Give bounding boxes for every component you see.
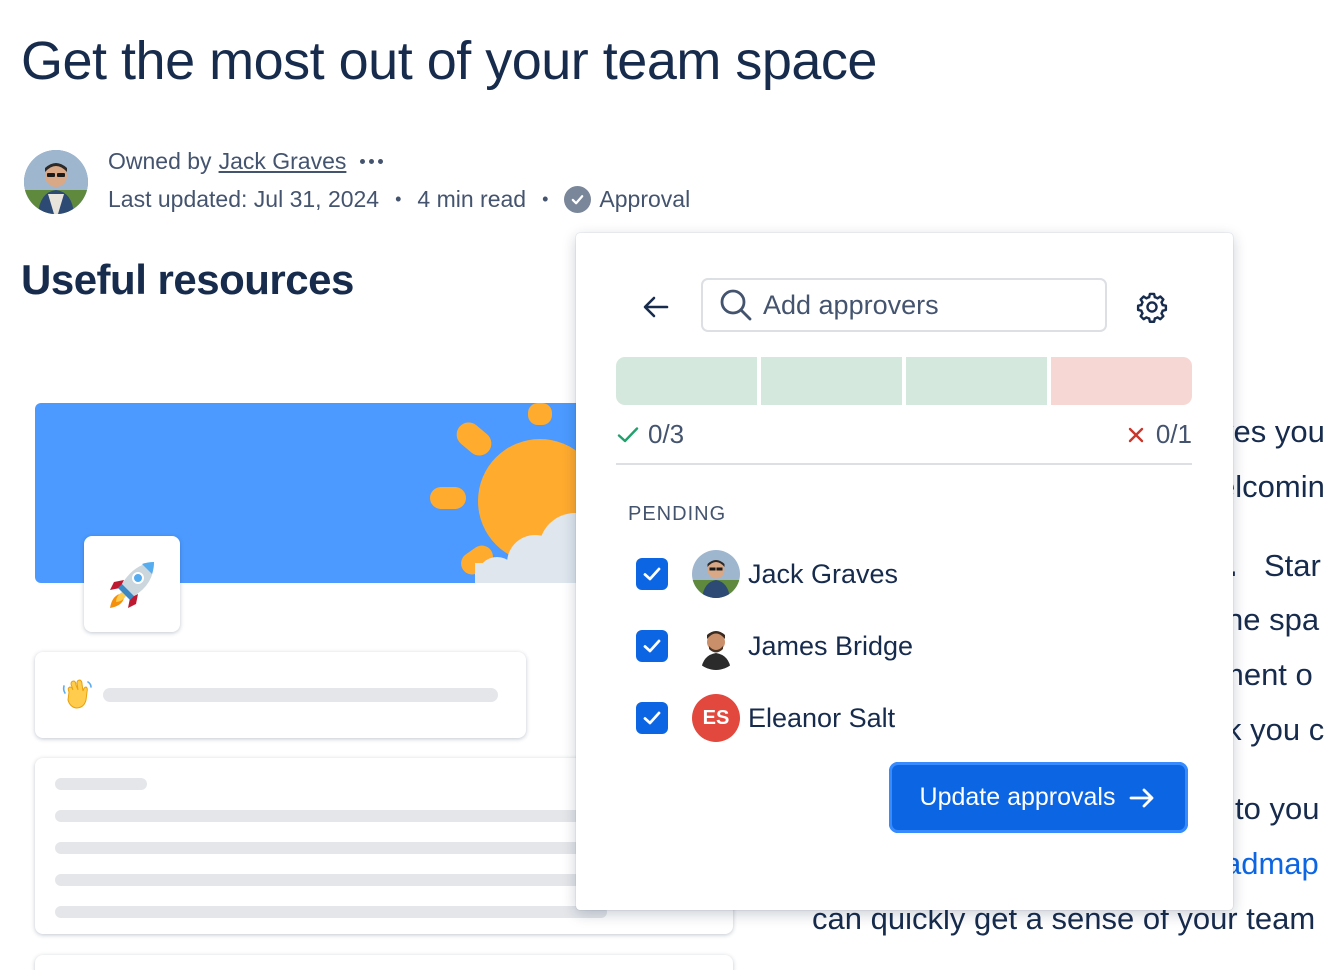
arrow-right-icon: [1130, 788, 1154, 807]
approval-popup: 0/3 0/1 PENDING Jack Graves: [576, 233, 1233, 910]
approver-checkbox[interactable]: [636, 558, 668, 590]
welcome-placeholder-card: [35, 652, 526, 738]
body-text-fragment: he spa: [1226, 602, 1320, 637]
approver-row: ES Eleanor Salt: [636, 693, 895, 743]
more-dots-icon[interactable]: [360, 159, 384, 164]
avatar: [692, 550, 740, 598]
owner-avatar[interactable]: [24, 150, 88, 214]
approver-name: James Bridge: [748, 630, 914, 661]
placeholder-bar: [103, 688, 498, 702]
owner-line: Owned by Jack Graves: [108, 148, 384, 175]
last-updated: Last updated: Jul 31, 2024: [108, 186, 380, 212]
separator-dot: •: [542, 189, 549, 209]
reject-progress-segment: [1051, 357, 1192, 405]
meta-line: Last updated: Jul 31, 2024 • 4 min read …: [108, 186, 690, 213]
section-title: Useful resources: [21, 256, 354, 303]
approver-name: Jack Graves: [748, 558, 899, 589]
placeholder-line: [55, 778, 147, 790]
update-approvals-label: Update approvals: [919, 783, 1116, 811]
approve-progress-segment: [761, 357, 902, 405]
cross-icon: [1128, 427, 1144, 442]
waving-hand-icon: [62, 679, 92, 709]
approve-progress-segment: [906, 357, 1047, 405]
checkmark-icon: [643, 567, 661, 581]
approve-count-value: 0/3: [648, 419, 685, 449]
update-approvals-button[interactable]: Update approvals: [889, 762, 1188, 833]
settings-button[interactable]: [1132, 287, 1172, 327]
arrow-left-icon: [643, 296, 669, 318]
pending-section-label: PENDING: [628, 503, 727, 525]
approve-count: 0/3: [616, 419, 684, 450]
approval-status-link[interactable]: Approval: [599, 186, 690, 213]
rocket-icon: [110, 562, 154, 608]
back-button[interactable]: [636, 287, 676, 327]
checkmark-icon: [643, 711, 661, 725]
body-text-fragment: Star: [1264, 548, 1321, 583]
approver-checkbox[interactable]: [636, 702, 668, 734]
rocket-emoji-card: [84, 536, 180, 632]
placeholder-line: [55, 842, 655, 854]
body-text-fragment: elcomin: [1218, 469, 1324, 504]
approve-progress-segment: [616, 357, 757, 405]
read-time: 4 min read: [417, 186, 527, 212]
avatar-initials: ES: [692, 694, 740, 742]
body-text-fragment: to you: [1235, 791, 1320, 826]
content-placeholder-card: [35, 955, 733, 970]
search-box[interactable]: [701, 278, 1107, 332]
approval-progress-bar: [616, 357, 1192, 405]
approver-row: James Bridge: [636, 621, 913, 671]
approver-row: Jack Graves: [636, 549, 898, 599]
reject-count-value: 0/1: [1155, 419, 1192, 449]
separator-dot: •: [395, 189, 402, 209]
body-text-fragment: k you c: [1226, 712, 1324, 747]
checkmark-icon: [643, 639, 661, 653]
gear-icon: [1136, 292, 1168, 323]
owner-link[interactable]: Jack Graves: [219, 148, 347, 175]
reject-count: 0/1: [1126, 419, 1192, 450]
add-approvers-input[interactable]: [763, 289, 1083, 321]
check-circle-icon: [564, 186, 592, 213]
approver-checkbox[interactable]: [636, 630, 668, 662]
owned-by-label: Owned by: [108, 148, 212, 174]
page-title: Get the most out of your team space: [21, 31, 877, 91]
approver-name: Eleanor Salt: [748, 702, 896, 733]
roadmap-link-fragment[interactable]: admap: [1224, 846, 1319, 882]
divider: [616, 463, 1192, 465]
avatar: [692, 622, 740, 670]
placeholder-line: [55, 906, 607, 918]
check-icon: [617, 426, 639, 442]
body-text-fragment: ves you: [1218, 414, 1324, 449]
placeholder-line: [55, 810, 655, 822]
placeholder-line: [55, 874, 655, 886]
search-icon: [720, 289, 752, 321]
